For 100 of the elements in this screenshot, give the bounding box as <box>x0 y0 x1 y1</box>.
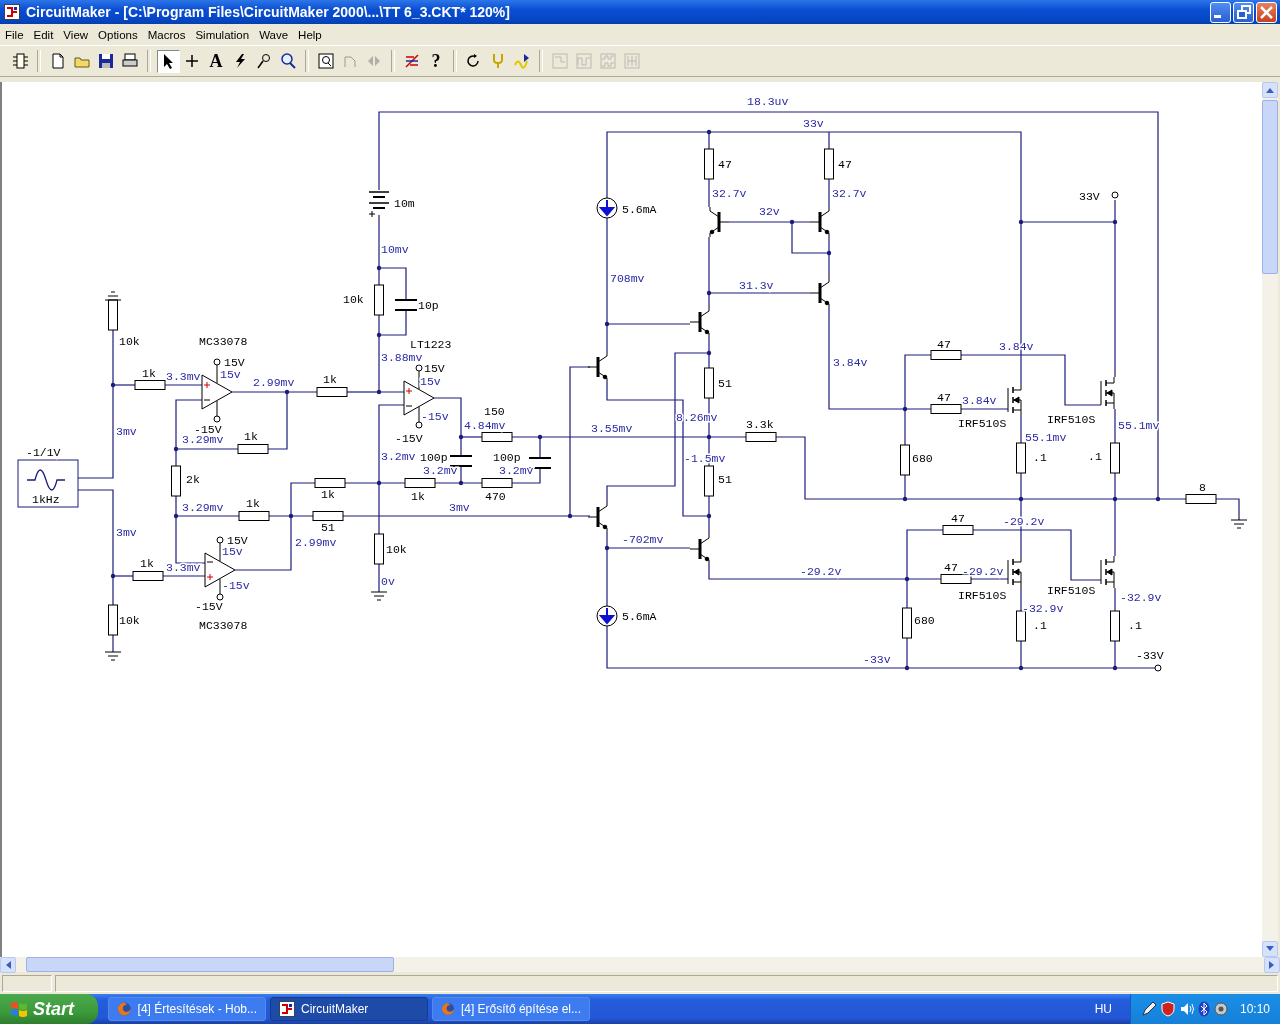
voltage-label: 0v <box>381 575 395 588</box>
voltage-label: 2.99mv <box>253 376 295 389</box>
component-label: 47 <box>718 158 732 171</box>
menu-item[interactable]: View <box>58 28 94 41</box>
voltage-label: 2.99mv <box>295 536 337 549</box>
voltage-label: 3.88mv <box>381 351 423 364</box>
component-label: 10m <box>394 197 415 210</box>
voltage-label: -15v <box>421 410 449 423</box>
component-label: 150 <box>484 405 505 418</box>
component-label: -33V <box>1136 649 1164 662</box>
taskbar-button[interactable]: [4] Erősítő építése el... <box>432 997 590 1021</box>
component-label: MC33078 <box>199 335 248 348</box>
component-label: .1 <box>1088 450 1102 463</box>
voltage-label: 3.29mv <box>182 501 224 514</box>
component-label: -15V <box>395 432 423 445</box>
component-label: 1k <box>246 497 260 510</box>
component-label: IRF510S <box>958 417 1007 430</box>
component-label: 100p <box>493 451 521 464</box>
voltage-label: 3mv <box>116 526 137 539</box>
component-label: 51 <box>718 473 732 486</box>
component-label: 10k <box>386 543 407 556</box>
component-label: 51 <box>321 521 335 534</box>
component-label: -15V <box>194 423 222 436</box>
voltage-label: -702mv <box>622 533 664 546</box>
voltage-label: -33v <box>863 653 891 666</box>
component-label: 10p <box>418 299 439 312</box>
component-label: 1k <box>140 557 154 570</box>
voltage-label: 15v <box>420 375 441 388</box>
component-label: 1k <box>323 373 337 386</box>
component-label: 470 <box>485 490 506 503</box>
clock: 10:10 <box>1239 1002 1270 1016</box>
component-label: 1k <box>142 367 156 380</box>
menu-item[interactable]: Edit <box>28 28 59 41</box>
voltage-label: -29.2v <box>800 565 842 578</box>
voltage-label: 10mv <box>381 243 409 256</box>
voltage-label: 3.2mv <box>381 450 416 463</box>
component-label: 1kHz <box>32 493 60 506</box>
component-label: -15V <box>195 600 223 613</box>
voltage-label: 15v <box>220 368 241 381</box>
voltage-label: 4.84mv <box>464 419 506 432</box>
component-label: 33V <box>1079 190 1100 203</box>
language-indicator[interactable]: HU <box>1094 1002 1112 1016</box>
voltage-label: 32v <box>759 205 780 218</box>
component-label: 15V <box>424 362 445 375</box>
component-label: 47 <box>937 391 951 404</box>
window-title: CircuitMaker - [C:\Program Files\CircuitMaker 2000\...\TT 6_3.CKT* 120%] <box>26 4 510 20</box>
menu-item[interactable]: Options <box>93 28 143 41</box>
component-label: 5.6mA <box>622 610 657 623</box>
component-label: .1 <box>1033 619 1047 632</box>
menu-item[interactable]: Macros <box>142 28 191 41</box>
component-label: 8 <box>1199 481 1206 494</box>
text-button[interactable]: A <box>204 49 228 73</box>
voltage-label: 3.29mv <box>182 433 224 446</box>
component-label: 5.6mA <box>622 203 657 216</box>
voltage-label: 31.3v <box>739 279 774 292</box>
component-label: -1/1V <box>26 446 61 459</box>
voltage-label: 3.3mv <box>166 561 201 574</box>
component-label: 2k <box>186 473 200 486</box>
voltage-label: 32.7v <box>832 187 867 200</box>
voltage-label: -32.9v <box>1120 591 1162 604</box>
component-label: 47 <box>838 158 852 171</box>
help-button[interactable]: ? <box>424 49 448 73</box>
component-label: 47 <box>944 561 958 574</box>
component-label: IRF510S <box>1047 584 1096 597</box>
voltage-label: 3mv <box>449 501 470 514</box>
voltage-label: 3mv <box>116 425 137 438</box>
voltage-label: 3.3mv <box>166 370 201 383</box>
component-label: 10k <box>119 335 140 348</box>
component-label: 680 <box>912 452 933 465</box>
voltage-label: 708mv <box>610 272 645 285</box>
menu-item[interactable]: File <box>0 28 29 41</box>
voltage-label: 15v <box>222 545 243 558</box>
component-label: 47 <box>937 338 951 351</box>
menu-item[interactable]: Simulation <box>190 28 255 41</box>
voltage-label: -32.9v <box>1022 602 1064 615</box>
component-label: 51 <box>718 377 732 390</box>
component-label: IRF510S <box>958 589 1007 602</box>
component-label: 15V <box>227 534 248 547</box>
voltage-label: 33v <box>803 117 824 130</box>
taskbar-button[interactable]: CircuitMaker <box>270 997 428 1021</box>
component-label: IRF510S <box>1047 413 1096 426</box>
component-label: 100p <box>420 451 448 464</box>
component-label: 1k <box>411 490 425 503</box>
voltage-label: 3.2mv <box>423 464 458 477</box>
menu-item[interactable]: Wave <box>254 28 294 41</box>
menu-item[interactable]: Help <box>293 28 327 41</box>
component-label: 680 <box>914 614 935 627</box>
voltage-label: 32.7v <box>712 187 747 200</box>
component-label: 1k <box>244 430 258 443</box>
component-label: .1 <box>1033 451 1047 464</box>
voltage-label: 18.3uv <box>747 95 789 108</box>
voltage-label: 3.55mv <box>591 422 633 435</box>
component-label: 3.3k <box>746 418 774 431</box>
component-label: MC33078 <box>199 619 248 632</box>
component-label: 10k <box>119 614 140 627</box>
component-label: 47 <box>951 512 965 525</box>
voltage-label: 55.1mv <box>1025 431 1067 444</box>
component-label: .1 <box>1128 619 1142 632</box>
taskbar-button[interactable]: [4] Értesítések - Hob... <box>108 997 266 1021</box>
voltage-label: 3.84v <box>962 394 997 407</box>
